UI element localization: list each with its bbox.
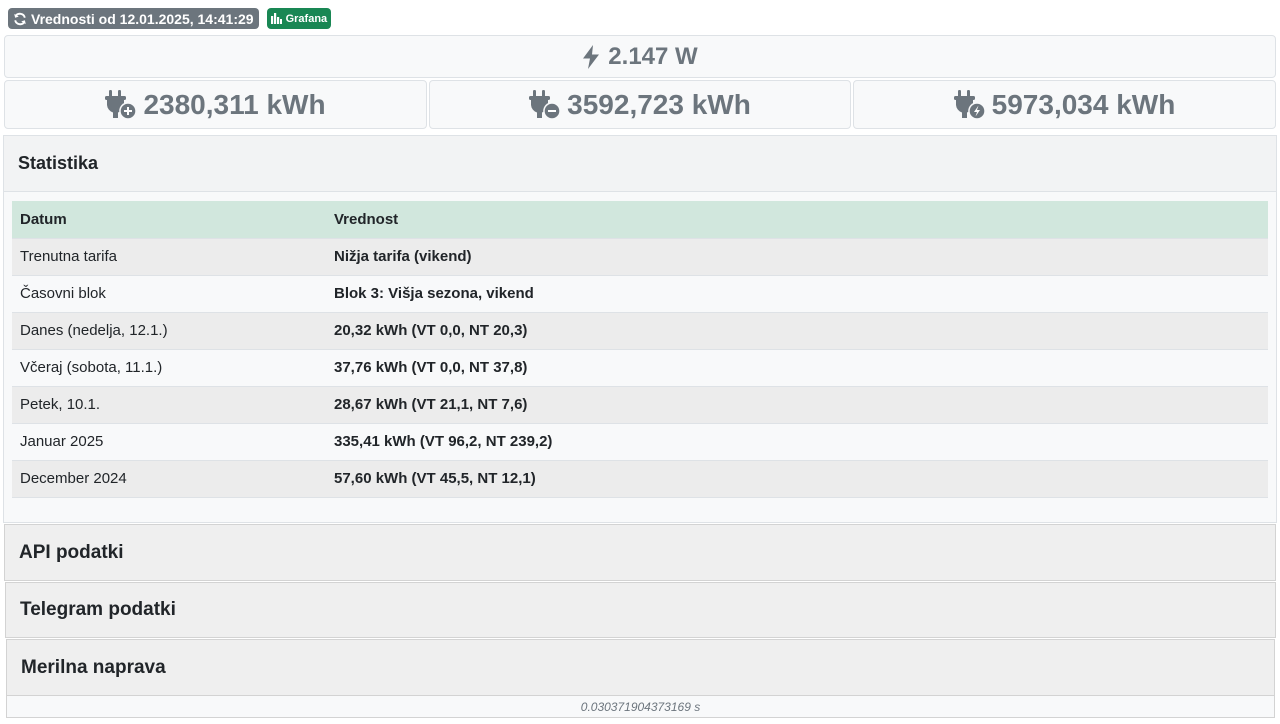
- grafana-label: Grafana: [285, 12, 328, 25]
- row-label: Danes (nedelja, 12.1.): [12, 312, 326, 350]
- row-value: Nižja tarifa (vikend): [326, 238, 1268, 276]
- energy-total-value: 5973,034 kWh: [991, 88, 1176, 120]
- telegram-data-section[interactable]: Telegram podatki: [5, 582, 1276, 638]
- table-row: Danes (nedelja, 12.1.) 20,32 kWh (VT 0,0…: [12, 312, 1268, 350]
- row-value: 28,67 kWh (VT 21,1, NT 7,6): [326, 386, 1268, 424]
- row-value: 20,32 kWh (VT 0,0, NT 20,3): [326, 312, 1268, 350]
- row-label: December 2024: [12, 460, 326, 498]
- power-readout: 2.147 W: [4, 35, 1276, 78]
- meter-device-title: Merilna naprava: [21, 656, 166, 678]
- energy-total-readout: 5973,034 kWh: [853, 80, 1276, 129]
- plug-bolt-icon: [953, 89, 986, 120]
- row-label: Januar 2025: [12, 423, 326, 461]
- row-value: 37,76 kWh (VT 0,0, NT 37,8): [326, 349, 1268, 387]
- row-value: 57,60 kWh (VT 45,5, NT 12,1): [326, 460, 1268, 498]
- column-header-value: Vrednost: [326, 201, 1268, 239]
- refresh-badge[interactable]: Vrednosti od 12.01.2025, 14:41:29: [8, 8, 259, 29]
- refresh-label: Vrednosti od 12.01.2025, 14:41:29: [31, 10, 254, 27]
- refresh-icon: [13, 12, 27, 26]
- row-label: Trenutna tarifa: [12, 238, 326, 276]
- row-label: Petek, 10.1.: [12, 386, 326, 424]
- row-label: Včeraj (sobota, 11.1.): [12, 349, 326, 387]
- bolt-icon: [582, 44, 600, 69]
- table-row: December 2024 57,60 kWh (VT 45,5, NT 12,…: [12, 460, 1268, 498]
- plug-plus-icon: [105, 89, 138, 120]
- table-header-row: Datum Vrednost: [12, 201, 1268, 239]
- energy-import-value: 2380,311 kWh: [143, 88, 326, 120]
- api-data-section[interactable]: API podatki: [4, 524, 1276, 581]
- render-time-footer: 0.030371904373169 s: [6, 696, 1275, 718]
- table-row: Časovni blok Blok 3: Višja sezona, viken…: [12, 275, 1268, 313]
- statistics-table: Datum Vrednost Trenutna tarifa Nižja tar…: [12, 201, 1268, 498]
- table-row: Januar 2025 335,41 kWh (VT 96,2, NT 239,…: [12, 423, 1268, 461]
- bar-chart-icon: [270, 13, 282, 24]
- api-data-title: API podatki: [19, 541, 124, 563]
- plug-minus-icon: [529, 89, 561, 120]
- telegram-data-title: Telegram podatki: [20, 599, 176, 620]
- energy-import-readout: 2380,311 kWh: [4, 80, 427, 129]
- row-value: 335,41 kWh (VT 96,2, NT 239,2): [326, 423, 1268, 461]
- grafana-link[interactable]: Grafana: [266, 8, 332, 29]
- table-row: Včeraj (sobota, 11.1.) 37,76 kWh (VT 0,0…: [12, 349, 1268, 387]
- row-value: Blok 3: Višja sezona, vikend: [326, 275, 1268, 313]
- statistics-title[interactable]: Statistika: [4, 136, 1276, 192]
- statistics-panel: Statistika Datum Vrednost Trenutna tarif…: [3, 135, 1277, 523]
- meter-device-section[interactable]: Merilna naprava: [6, 639, 1275, 696]
- column-header-date: Datum: [12, 201, 326, 239]
- power-value: 2.147 W: [608, 42, 698, 70]
- energy-export-value: 3592,723 kWh: [567, 88, 751, 120]
- top-bar: Vrednosti od 12.01.2025, 14:41:29 Grafan…: [8, 8, 332, 29]
- render-time: 0.030371904373169 s: [580, 699, 701, 714]
- table-row: Petek, 10.1. 28,67 kWh (VT 21,1, NT 7,6): [12, 386, 1268, 424]
- row-label: Časovni blok: [12, 275, 326, 313]
- energy-export-readout: 3592,723 kWh: [429, 80, 851, 129]
- table-row: Trenutna tarifa Nižja tarifa (vikend): [12, 238, 1268, 276]
